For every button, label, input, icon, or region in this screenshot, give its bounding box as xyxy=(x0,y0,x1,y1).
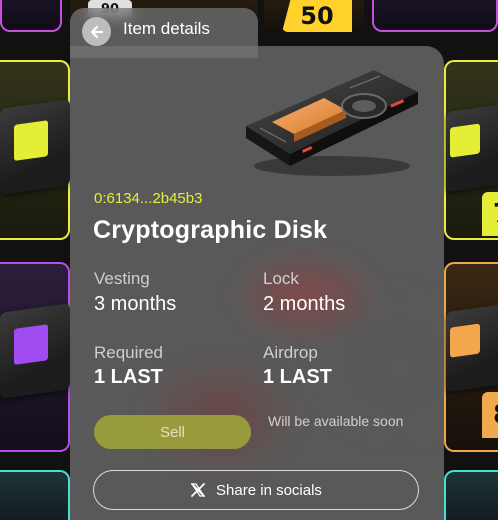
sell-button[interactable]: Sell xyxy=(94,415,251,449)
required-label: Required xyxy=(94,343,163,362)
bg-level-badge: 7 xyxy=(482,192,498,236)
share-in-socials-button[interactable]: Share in socials xyxy=(93,470,419,510)
bg-item-card[interactable]: 50 xyxy=(264,0,364,32)
x-logo-icon xyxy=(190,482,206,498)
bg-device-image xyxy=(446,303,498,393)
item-name: Cryptographic Disk xyxy=(93,216,328,244)
availability-note: Will be available soon xyxy=(268,413,404,429)
app-screen: 90 50 7 8 Item det xyxy=(0,0,498,520)
bg-item-card[interactable] xyxy=(444,470,498,520)
bg-item-card[interactable] xyxy=(0,262,70,452)
bg-device-image xyxy=(446,103,498,193)
lock-value: 2 months xyxy=(263,293,346,315)
bg-item-card[interactable]: 7 xyxy=(444,60,498,240)
bg-level-badge: 8 xyxy=(482,392,498,438)
share-label: Share in socials xyxy=(216,481,322,499)
vesting-value: 3 months xyxy=(94,293,177,315)
item-address: 0:6134...2b45b3 xyxy=(94,190,203,207)
airdrop-value: 1 LAST xyxy=(263,366,332,388)
arrow-left-icon xyxy=(89,24,105,40)
bg-item-card[interactable] xyxy=(0,0,62,32)
bg-level-badge: 50 xyxy=(282,0,352,32)
vesting-label: Vesting xyxy=(94,269,150,288)
item-image xyxy=(240,62,420,180)
bg-item-card[interactable] xyxy=(372,0,498,32)
bg-device-image xyxy=(0,303,70,399)
bg-item-card[interactable] xyxy=(0,60,70,240)
airdrop-label: Airdrop xyxy=(263,343,318,362)
lock-label: Lock xyxy=(263,269,299,288)
bg-item-card[interactable]: 8 xyxy=(444,262,498,452)
page-title: Item details xyxy=(123,19,210,38)
bg-item-card[interactable] xyxy=(0,470,70,520)
required-value: 1 LAST xyxy=(94,366,163,388)
back-button[interactable] xyxy=(82,17,111,46)
bg-device-image xyxy=(0,99,70,195)
